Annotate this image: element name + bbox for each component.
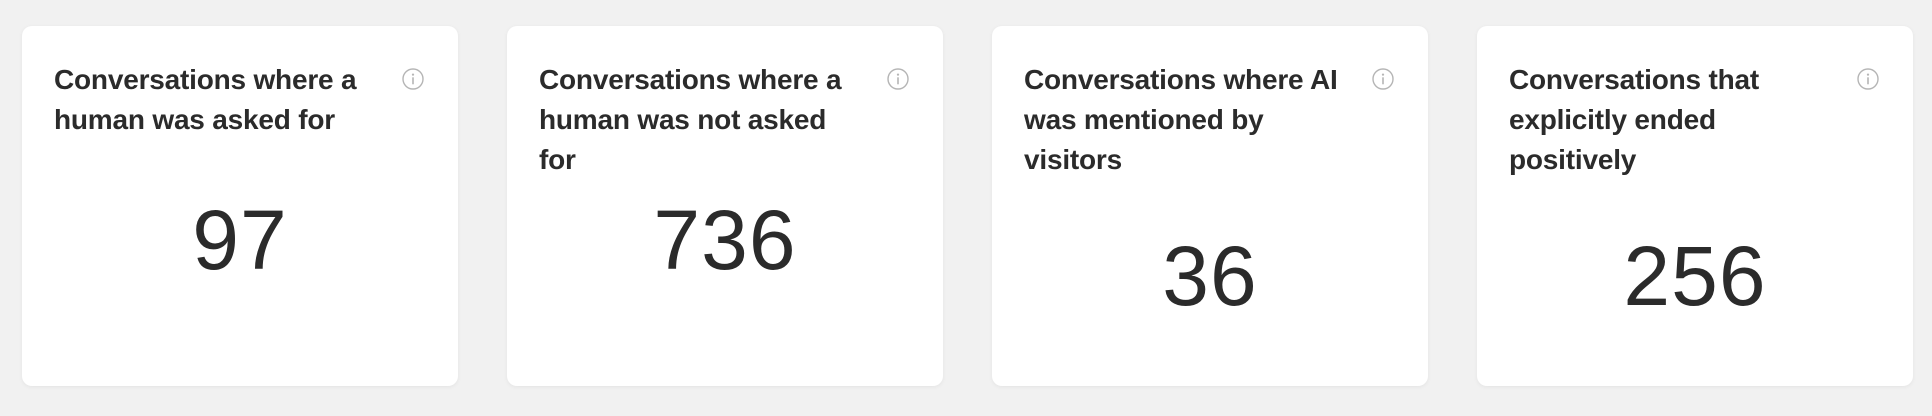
metric-card-title: Conversations where a human was not aske…: [539, 64, 842, 175]
info-icon[interactable]: [1372, 68, 1394, 90]
metrics-cards-row: Conversations where a human was asked fo…: [0, 0, 1932, 416]
metric-card-human-asked: Conversations where a human was asked fo…: [22, 26, 458, 386]
info-icon[interactable]: [402, 68, 424, 90]
metric-card-value: 736: [653, 193, 797, 287]
metric-card-title: Conversations where a human was asked fo…: [54, 64, 357, 135]
metric-card-ai-mentioned: Conversations where AI was mentioned by …: [992, 26, 1428, 386]
metric-card-value: 36: [1162, 229, 1258, 323]
metric-card-value: 256: [1623, 229, 1767, 323]
metric-card-ended-positively: Conversations that explicitly ended posi…: [1477, 26, 1913, 386]
metric-card-value: 97: [192, 193, 288, 287]
info-icon[interactable]: [887, 68, 909, 90]
metric-card-human-not-asked: Conversations where a human was not aske…: [507, 26, 943, 386]
info-icon[interactable]: [1857, 68, 1879, 90]
metric-card-title: Conversations that explicitly ended posi…: [1509, 64, 1759, 175]
metric-card-title: Conversations where AI was mentioned by …: [1024, 64, 1338, 175]
